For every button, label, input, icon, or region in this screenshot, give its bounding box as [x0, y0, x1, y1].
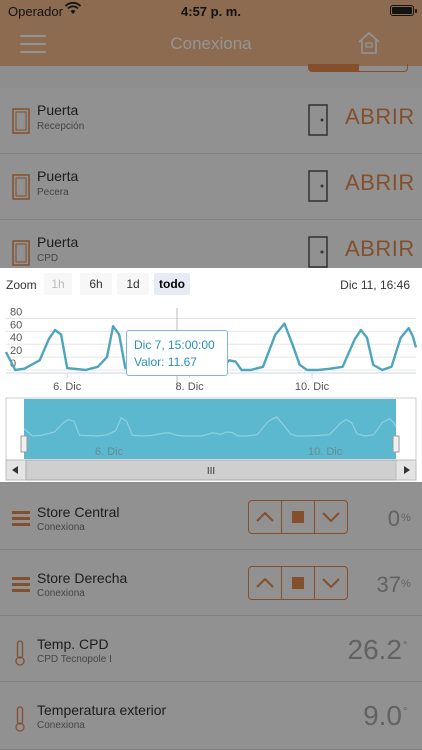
y-tick-label: 40: [10, 332, 22, 344]
y-tick-label: 20: [10, 345, 22, 357]
y-axis-labels: 806040200: [10, 306, 22, 370]
x-tick-label: 8. Dic: [176, 381, 205, 393]
zoom-all-button[interactable]: todo: [154, 273, 190, 295]
tooltip-date: Dic 7, 15:00:00: [134, 338, 215, 352]
navigator-right-handle[interactable]: [392, 435, 400, 453]
y-tick-label: 80: [10, 306, 22, 318]
navigator-left-handle[interactable]: [20, 435, 28, 453]
navigator-tick-label: 10. Dic: [308, 446, 343, 458]
chart-tooltip: Dic 7, 15:00:00 Valor: 11.67: [126, 330, 228, 376]
zoom-1h-button[interactable]: 1h: [44, 273, 72, 295]
zoom-label: Zoom: [6, 278, 37, 292]
y-tick-label: 60: [10, 319, 22, 331]
scrollbar-grip: III: [207, 466, 215, 477]
x-tick-label: 6. Dic: [53, 381, 82, 393]
x-axis-labels: 6. Dic 8. Dic 10. Dic: [6, 372, 416, 393]
x-tick-label: 10. Dic: [295, 381, 330, 393]
date-range-label: Dic 11, 16:46: [340, 278, 410, 292]
line-chart[interactable]: 806040200 6. Dic 8. Dic 10. Dic 6. Dic 10.…: [0, 300, 422, 482]
tooltip-value: Valor: 11.67: [134, 355, 197, 369]
zoom-6h-button[interactable]: 6h: [80, 273, 112, 295]
zoom-1d-button[interactable]: 1d: [117, 273, 149, 295]
navigator-tick-label: 6. Dic: [95, 446, 124, 458]
